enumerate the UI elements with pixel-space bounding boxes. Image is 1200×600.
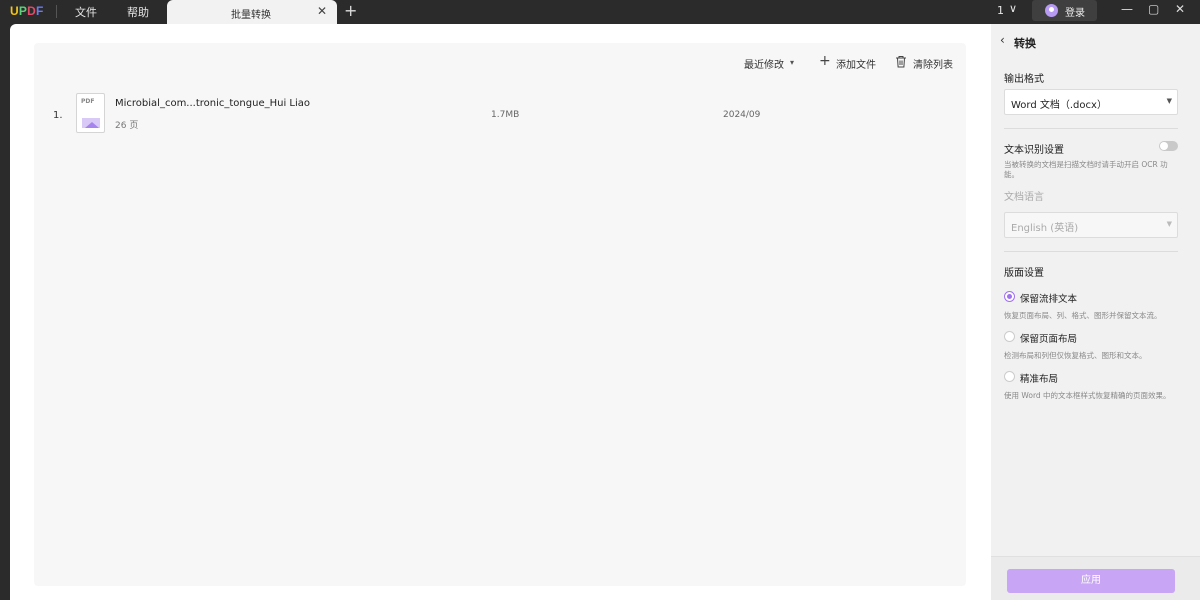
doc-language-select[interactable]: English (英语) ▼ <box>1004 212 1178 238</box>
pdf-icon-label: PDF <box>81 98 95 105</box>
divider <box>1004 251 1178 252</box>
ocr-toggle[interactable] <box>1159 141 1178 151</box>
minimize-icon[interactable]: — <box>1121 2 1133 16</box>
output-format-label: 输出格式 <box>1004 74 1044 85</box>
file-pages: 26 页 <box>115 121 139 131</box>
sort-arrow-icon[interactable]: ▾ <box>790 58 794 67</box>
layout-option-desc: 恢复页面布局、列、格式、图形并保留文本流。 <box>1004 311 1162 320</box>
layout-settings-label: 版面设置 <box>1004 268 1044 279</box>
window-count[interactable]: 1 <box>997 4 1004 17</box>
caret-down-icon: ▼ <box>1166 97 1172 105</box>
file-date: 2024/09 <box>723 110 761 120</box>
layout-option-desc: 检测布局和列但仅恢复格式、图形和文本。 <box>1004 351 1147 360</box>
file-name: Microbial_com...tronic_tongue_Hui Liao <box>115 98 311 109</box>
file-list-panel: 最近修改 ▾ + 添加文件 清除列表 1. PDF Microbial_com.… <box>34 43 966 586</box>
file-size: 1.7MB <box>491 110 520 120</box>
title-divider <box>56 5 57 18</box>
menu-file[interactable]: 文件 <box>75 4 97 20</box>
caret-down-icon: ▼ <box>1166 220 1172 228</box>
layout-option-label[interactable]: 精准布局 <box>1020 371 1058 385</box>
close-window-icon[interactable]: ✕ <box>1175 2 1185 16</box>
pdf-file-icon: PDF <box>76 93 105 133</box>
login-button[interactable]: 登录 <box>1032 0 1097 21</box>
radio-page-layout[interactable] <box>1004 331 1015 342</box>
login-label: 登录 <box>1065 8 1085 19</box>
layout-option-label[interactable]: 保留页面布局 <box>1020 331 1077 345</box>
add-file-button[interactable]: 添加文件 <box>836 56 876 71</box>
add-tab-icon[interactable]: + <box>344 1 357 20</box>
add-file-icon[interactable]: + <box>819 53 831 69</box>
clear-list-button[interactable]: 清除列表 <box>913 56 953 71</box>
output-format-select[interactable]: Word 文档（.docx） ▼ <box>1004 89 1178 115</box>
panel-footer: 应用 <box>991 556 1200 600</box>
chevron-down-icon[interactable]: ∨ <box>1009 2 1017 15</box>
menu-help[interactable]: 帮助 <box>127 4 149 20</box>
panel-title: 转换 <box>1014 37 1036 50</box>
tab-batch-convert[interactable]: 批量转换 ✕ <box>167 0 337 24</box>
doc-language-label: 文档语言 <box>1004 192 1044 203</box>
sort-dropdown[interactable]: 最近修改 <box>744 56 784 71</box>
tab-label: 批量转换 <box>231 10 271 21</box>
output-format-value: Word 文档（.docx） <box>1011 100 1107 111</box>
thumbnail-image-icon <box>82 118 100 128</box>
back-icon[interactable]: ‹ <box>1000 33 1005 47</box>
layout-option-desc: 使用 Word 中的文本框样式恢复精确的页面效果。 <box>1004 391 1171 400</box>
maximize-icon[interactable]: ▢ <box>1148 2 1159 16</box>
trash-icon[interactable] <box>895 55 907 68</box>
title-bar: UPDF 文件 帮助 批量转换 ✕ + 1 ∨ 登录 — ▢ ✕ <box>0 0 1200 24</box>
ocr-settings-label: 文本识别设置 <box>1004 145 1064 156</box>
apply-button[interactable]: 应用 <box>1007 569 1175 593</box>
avatar-icon <box>1045 4 1058 17</box>
row-index: 1. <box>53 110 63 121</box>
close-tab-icon[interactable]: ✕ <box>317 4 327 18</box>
radio-exact-layout[interactable] <box>1004 371 1015 382</box>
main-area: 最近修改 ▾ + 添加文件 清除列表 1. PDF Microbial_com.… <box>10 24 991 600</box>
radio-flow-text[interactable] <box>1004 291 1015 302</box>
ocr-hint: 当被转换的文档是扫描文档时请手动开启 OCR 功能。 <box>1004 160 1168 179</box>
layout-option-label[interactable]: 保留流排文本 <box>1020 291 1077 305</box>
updf-logo[interactable]: UPDF <box>10 4 44 18</box>
doc-language-value: English (英语) <box>1011 223 1079 234</box>
divider <box>1004 128 1178 129</box>
convert-settings-panel: ‹ 转换 输出格式 Word 文档（.docx） ▼ 文本识别设置 当被转换的文… <box>991 24 1200 600</box>
